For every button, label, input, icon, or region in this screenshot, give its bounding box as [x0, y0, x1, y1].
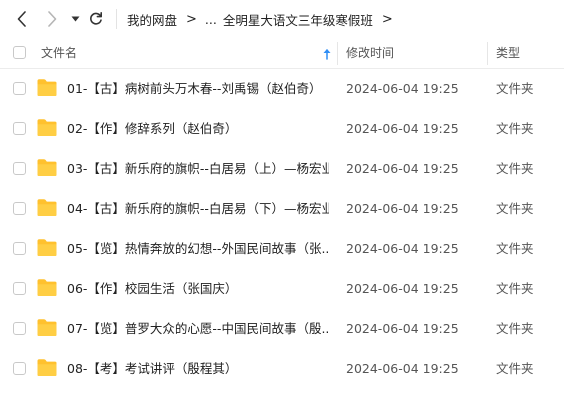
back-button[interactable] — [12, 9, 32, 29]
row-checkbox[interactable] — [13, 82, 26, 95]
breadcrumb-root[interactable]: 我的网盘 — [127, 10, 177, 29]
file-modified-time: 2024-06-04 19:25 — [346, 81, 459, 96]
file-type: 文件夹 — [496, 321, 534, 336]
folder-icon — [37, 199, 57, 216]
breadcrumb-separator: > — [186, 11, 197, 27]
column-header-modified[interactable]: 修改时间 — [346, 38, 394, 69]
select-all-checkbox[interactable] — [13, 46, 26, 59]
chevron-right-icon — [48, 11, 57, 27]
folder-icon — [37, 79, 57, 96]
breadcrumb-separator: > — [381, 11, 393, 27]
chevron-left-icon — [17, 11, 26, 27]
sort-ascending-arrow-icon[interactable] — [322, 48, 332, 60]
row-checkbox[interactable] — [13, 282, 26, 295]
folder-icon — [37, 159, 57, 176]
file-row[interactable]: 07-【览】普罗大众的心愿--中国民间故事（殷... 2024-06-04 19… — [0, 309, 564, 349]
file-modified-time: 2024-06-04 19:25 — [346, 121, 459, 136]
file-modified-time: 2024-06-04 19:25 — [346, 241, 459, 256]
file-type: 文件夹 — [496, 161, 534, 176]
file-type: 文件夹 — [496, 241, 534, 256]
file-row[interactable]: 02-【作】修辞系列（赵伯奇） 2024-06-04 19:25 文件夹 — [0, 109, 564, 149]
folder-icon — [37, 119, 57, 136]
file-row[interactable]: 04-【古】新乐府的旗帜--白居易（下）—杨宏业 2024-06-04 19:2… — [0, 189, 564, 229]
file-type: 文件夹 — [496, 121, 534, 136]
row-checkbox[interactable] — [13, 162, 26, 175]
file-type: 文件夹 — [496, 201, 534, 216]
file-name: 01-【古】病树前头万木春--刘禹锡（赵伯奇） — [67, 81, 322, 96]
file-modified-time: 2024-06-04 19:25 — [346, 361, 459, 376]
file-modified-time: 2024-06-04 19:25 — [346, 201, 459, 216]
row-checkbox[interactable] — [13, 362, 26, 375]
breadcrumb-ellipsis[interactable]: ... — [205, 12, 217, 27]
breadcrumb-current[interactable]: 全明星大语文三年级寒假班 — [223, 10, 373, 29]
row-checkbox[interactable] — [13, 202, 26, 215]
column-divider[interactable] — [337, 42, 338, 65]
refresh-icon — [90, 12, 102, 25]
file-modified-time: 2024-06-04 19:25 — [346, 281, 459, 296]
row-checkbox[interactable] — [13, 122, 26, 135]
file-row[interactable]: 01-【古】病树前头万木春--刘禹锡（赵伯奇） 2024-06-04 19:25… — [0, 69, 564, 109]
file-modified-time: 2024-06-04 19:25 — [346, 321, 459, 336]
file-name: 07-【览】普罗大众的心愿--中国民间故事（殷... — [67, 321, 329, 336]
folder-icon — [37, 319, 57, 336]
folder-icon — [37, 239, 57, 256]
history-dropdown-button[interactable] — [68, 9, 82, 29]
refresh-button[interactable] — [87, 9, 105, 29]
file-type: 文件夹 — [496, 361, 534, 376]
breadcrumb: 我的网盘 > ... 全明星大语文三年级寒假班 > — [127, 0, 401, 38]
file-name: 03-【古】新乐府的旗帜--白居易（上）—杨宏业 — [67, 161, 329, 176]
file-row[interactable]: 05-【览】热情奔放的幻想--外国民间故事（张... 2024-06-04 19… — [0, 229, 564, 269]
file-modified-time: 2024-06-04 19:25 — [346, 161, 459, 176]
file-row[interactable]: 06-【作】校园生活（张国庆） 2024-06-04 19:25 文件夹 — [0, 269, 564, 309]
forward-button[interactable] — [42, 9, 62, 29]
file-list-header: 文件名 修改时间 类型 — [0, 38, 564, 69]
toolbar: 我的网盘 > ... 全明星大语文三年级寒假班 > — [0, 0, 564, 38]
caret-down-icon — [71, 16, 79, 22]
toolbar-divider — [116, 9, 117, 29]
folder-icon — [37, 359, 57, 376]
file-row[interactable]: 08-【考】考试讲评（殷程其） 2024-06-04 19:25 文件夹 — [0, 349, 564, 389]
column-header-name[interactable]: 文件名 — [41, 38, 77, 69]
file-name: 02-【作】修辞系列（赵伯奇） — [67, 121, 238, 136]
file-name: 05-【览】热情奔放的幻想--外国民间故事（张... — [67, 241, 329, 256]
file-name: 08-【考】考试讲评（殷程其） — [67, 361, 238, 376]
file-name: 06-【作】校园生活（张国庆） — [67, 281, 238, 296]
row-checkbox[interactable] — [13, 322, 26, 335]
folder-icon — [37, 279, 57, 296]
column-header-type[interactable]: 类型 — [496, 38, 520, 69]
column-divider[interactable] — [487, 42, 488, 65]
file-type: 文件夹 — [496, 81, 534, 96]
file-name: 04-【古】新乐府的旗帜--白居易（下）—杨宏业 — [67, 201, 329, 216]
file-type: 文件夹 — [496, 281, 534, 296]
file-row[interactable]: 03-【古】新乐府的旗帜--白居易（上）—杨宏业 2024-06-04 19:2… — [0, 149, 564, 189]
row-checkbox[interactable] — [13, 242, 26, 255]
